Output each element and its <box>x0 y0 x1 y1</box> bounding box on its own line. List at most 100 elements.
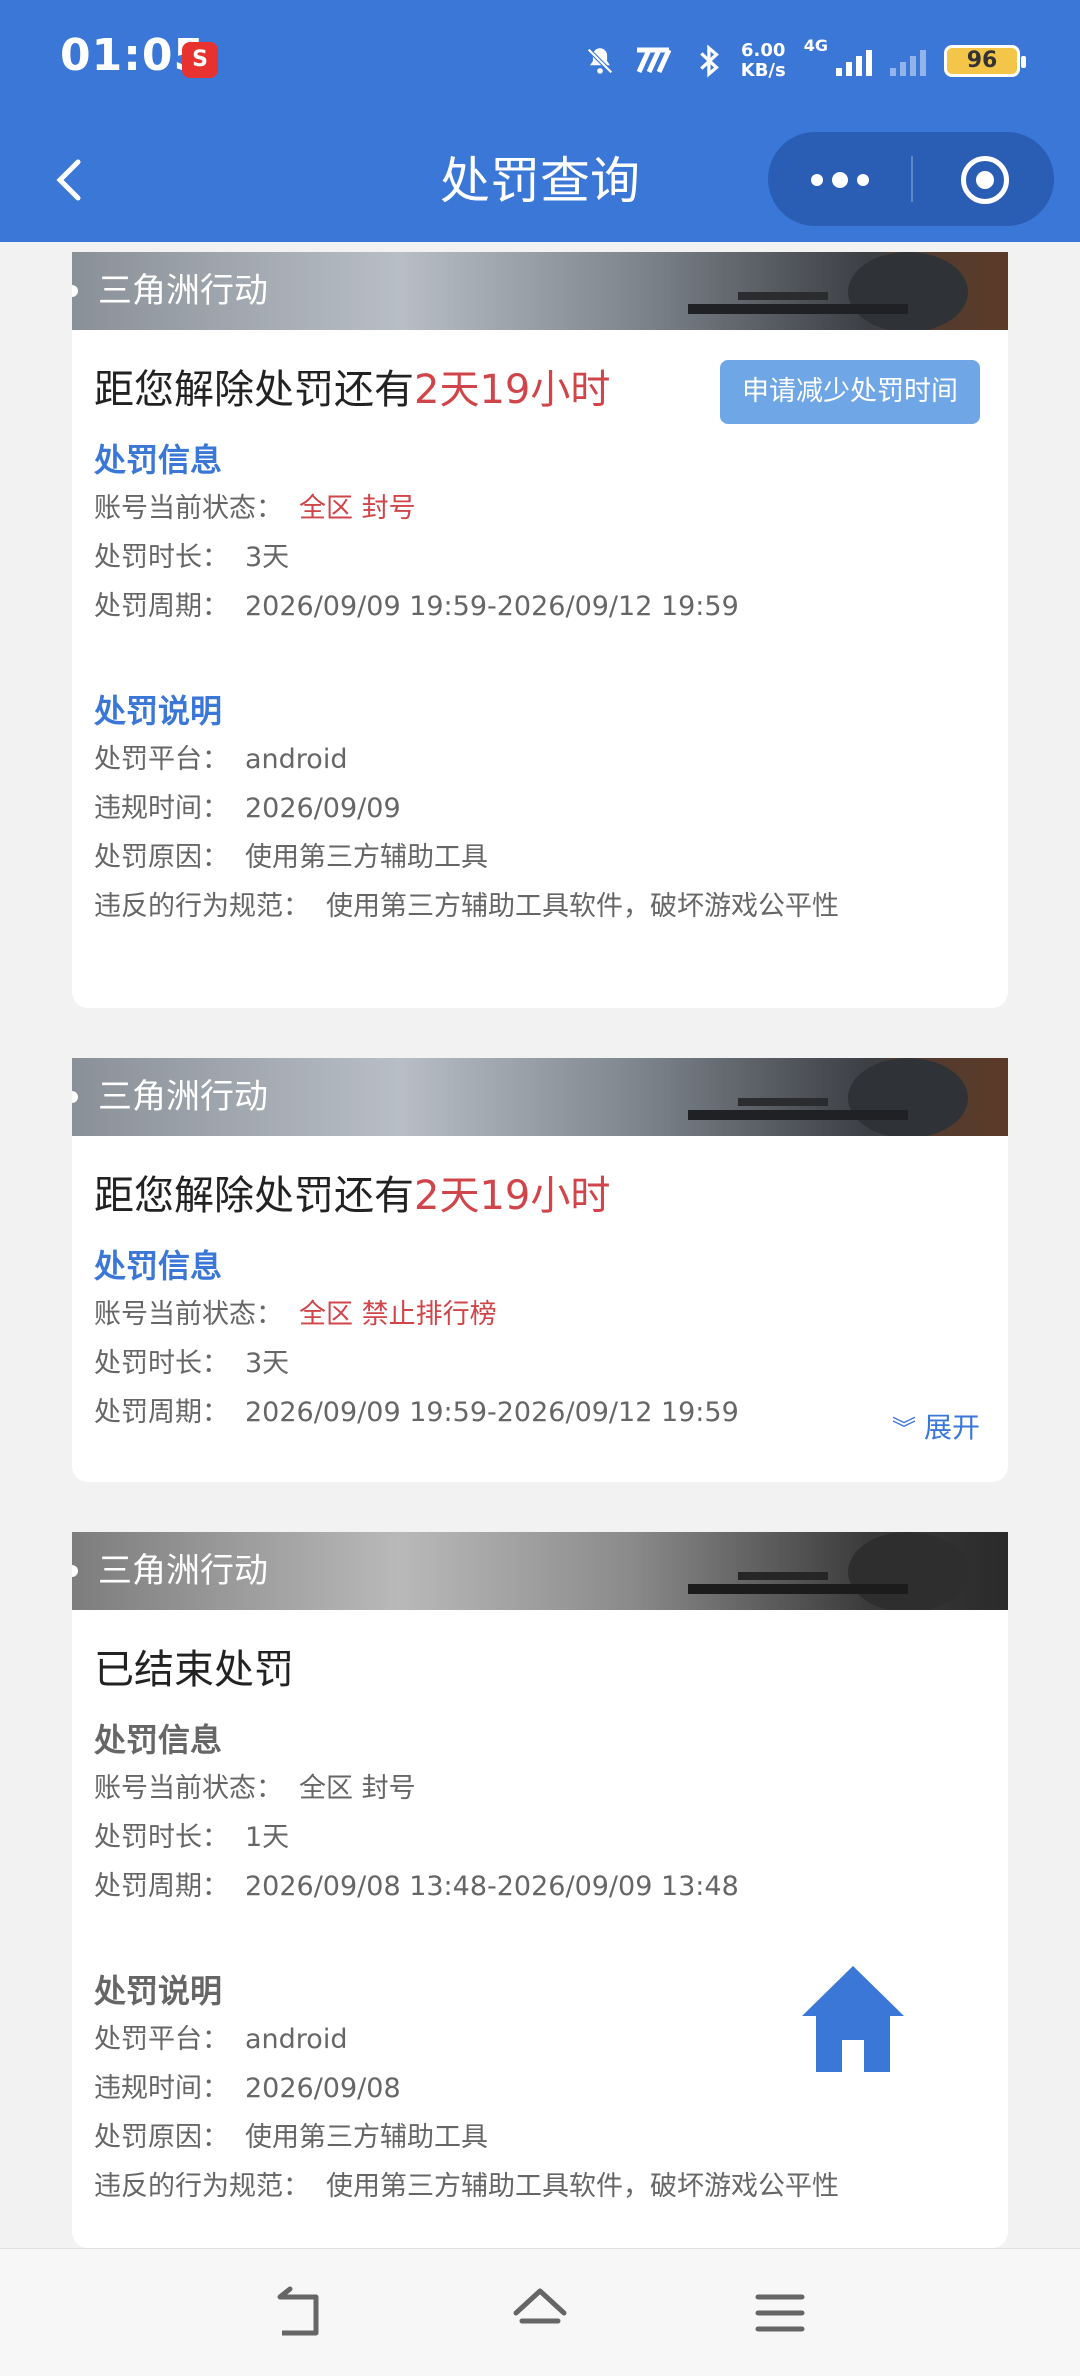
row-value: 3天 <box>245 1348 290 1379</box>
signal-secondary-icon <box>890 46 926 76</box>
card-body: 已结束处罚 处罚信息 账号当前状态： 全区 封号 处罚时长： 1天 处罚周期： 202… <box>72 1610 1008 2211</box>
duration-row: 处罚时长： 3天 <box>94 1339 980 1388</box>
status-bar: 01:05 S 6.00 KB/s 4G 96 <box>0 0 1080 120</box>
card-body: 距您解除处罚还有2天19小时 申请减少处罚时间 处罚信息 账号当前状态： 全区 封… <box>72 330 1008 931</box>
platform-row: 处罚平台： android <box>94 735 980 784</box>
info-title: 处罚信息 <box>94 1247 223 1285</box>
remaining-value: 2天19小时 <box>414 1173 611 1219</box>
network-type: 4G <box>803 36 828 55</box>
menu-icon[interactable] <box>750 2283 810 2343</box>
row-label: 处罚原因： <box>94 2122 229 2153</box>
penalty-card-3: 三角洲行动 已结束处罚 处罚信息 账号当前状态： 全区 封号 处罚时长： 1天 处罚… <box>72 1532 1008 2248</box>
row-value: 3天 <box>245 542 290 573</box>
more-dots-icon[interactable] <box>768 132 911 226</box>
row-label: 处罚时长： <box>94 1822 229 1853</box>
game-name: 三角洲行动 <box>98 271 268 311</box>
system-nav-bar <box>0 2248 1080 2376</box>
row-value: 全区 禁止排行榜 <box>299 1299 497 1330</box>
period-row: 处罚周期： 2026/09/09 19:59-2026/09/12 19:59 <box>94 1388 980 1437</box>
app-notification-icon: S <box>182 42 218 78</box>
row-label: 处罚原因： <box>94 842 229 873</box>
apply-reduce-button[interactable]: 申请减少处罚时间 <box>720 360 980 424</box>
duration-row: 处罚时长： 3天 <box>94 533 980 582</box>
game-name: 三角洲行动 <box>98 1551 268 1591</box>
penalty-card-1: 三角洲行动 距您解除处罚还有2天19小时 申请减少处罚时间 处罚信息 账号当前状… <box>72 252 1008 1008</box>
row-label: 处罚周期： <box>94 591 229 622</box>
row-label: 处罚平台： <box>94 744 229 775</box>
top-bar: 01:05 S 6.00 KB/s 4G 96 处罚查询 <box>0 0 1080 242</box>
speed-value: 6.00 <box>741 40 786 61</box>
status-row: 账号当前状态： 全区 封号 <box>94 484 980 533</box>
row-label: 处罚周期： <box>94 1871 229 1902</box>
back-icon[interactable] <box>270 2283 330 2343</box>
row-label: 违规时间： <box>94 793 229 824</box>
expand-toggle[interactable]: ︾ 展开 <box>892 1408 980 1449</box>
soldier-art <box>688 252 1008 330</box>
violation-time-row: 违规时间： 2026/09/09 <box>94 784 980 833</box>
row-value: 2026/09/09 19:59-2026/09/12 19:59 <box>245 1397 739 1428</box>
row-label: 违反的行为规范： <box>94 891 310 922</box>
soldier-art <box>688 1532 968 1610</box>
bluetooth-icon <box>699 44 719 78</box>
info-title: 处罚信息 <box>94 1721 223 1759</box>
signal-icon <box>836 46 872 76</box>
chevron-down-icon: ︾ <box>891 1415 916 1443</box>
row-value: 2026/09/08 13:48-2026/09/09 13:48 <box>245 1871 739 1902</box>
game-banner: 三角洲行动 <box>72 1058 1008 1136</box>
row-label: 违反的行为规范： <box>94 2171 310 2202</box>
row-value: 使用第三方辅助工具软件，破坏游戏公平性 <box>326 891 839 922</box>
row-value: 全区 封号 <box>299 1773 416 1804</box>
info-title: 处罚信息 <box>94 441 223 479</box>
home-outline-icon[interactable] <box>510 2283 570 2343</box>
row-value: 2026/09/08 <box>245 2073 401 2104</box>
mute-icon <box>586 48 613 74</box>
nav-bar: 处罚查询 <box>0 120 1080 242</box>
ended-headline: 已结束处罚 <box>94 1647 294 1693</box>
mini-program-capsule <box>768 132 1054 226</box>
capsule-divider <box>911 156 913 202</box>
status-row: 账号当前状态： 全区 禁止排行榜 <box>94 1290 980 1339</box>
period-row: 处罚周期： 2026/09/08 13:48-2026/09/09 13:48 <box>94 1862 980 1911</box>
net-speed: 6.00 KB/s <box>741 41 786 81</box>
target-circle-icon[interactable] <box>961 156 1009 204</box>
game-banner: 三角洲行动 <box>72 252 1008 330</box>
remaining-prefix: 距您解除处罚还有 <box>94 1173 414 1219</box>
row-label: 处罚时长： <box>94 542 229 573</box>
period-row: 处罚周期： 2026/09/09 19:59-2026/09/12 19:59 <box>94 582 980 631</box>
remaining-time: 距您解除处罚还有2天19小时 <box>94 1136 980 1226</box>
duration-row: 处罚时长： 1天 <box>94 1813 980 1862</box>
signal-hd-icon <box>636 47 672 74</box>
game-banner: 三角洲行动 <box>72 1532 1008 1610</box>
home-icon[interactable] <box>798 1960 908 2080</box>
remaining-value: 2天19小时 <box>414 367 611 413</box>
row-label: 账号当前状态： <box>94 1299 283 1330</box>
status-row: 账号当前状态： 全区 封号 <box>94 1764 980 1813</box>
more-dots-icon-svg <box>810 172 869 188</box>
battery-icon: 96 <box>944 45 1026 77</box>
row-value: 使用第三方辅助工具 <box>245 842 488 873</box>
row-label: 账号当前状态： <box>94 1773 283 1804</box>
row-value: android <box>245 2024 348 2055</box>
banner-dot <box>72 285 78 297</box>
soldier-art <box>688 1058 1008 1136</box>
row-value: 2026/09/09 <box>245 793 401 824</box>
row-label: 处罚时长： <box>94 1348 229 1379</box>
row-label: 违规时间： <box>94 2073 229 2104</box>
card-body: 距您解除处罚还有2天19小时 处罚信息 账号当前状态： 全区 禁止排行榜 处罚时长… <box>72 1136 1008 1444</box>
reason-row: 处罚原因： 使用第三方辅助工具 <box>94 833 980 882</box>
row-value: 1天 <box>245 1822 290 1853</box>
row-label: 账号当前状态： <box>94 493 283 524</box>
row-value: 2026/09/09 19:59-2026/09/12 19:59 <box>245 591 739 622</box>
row-value: 全区 封号 <box>299 493 416 524</box>
row-value: 使用第三方辅助工具 <box>245 2122 488 2153</box>
desc-title: 处罚说明 <box>94 692 223 730</box>
penalty-card-2: 三角洲行动 距您解除处罚还有2天19小时 处罚信息 账号当前状态： 全区 禁止排行… <box>72 1058 1008 1482</box>
status-icons: 6.00 KB/s 4G 96 <box>583 36 1026 86</box>
banner-dot <box>72 1091 78 1103</box>
row-value: android <box>245 744 348 775</box>
reason-row: 处罚原因： 使用第三方辅助工具 <box>94 2113 980 2162</box>
rule-row: 违反的行为规范： 使用第三方辅助工具软件，破坏游戏公平性 <box>94 882 980 931</box>
rule-row: 违反的行为规范： 使用第三方辅助工具软件，破坏游戏公平性 <box>94 2162 980 2211</box>
